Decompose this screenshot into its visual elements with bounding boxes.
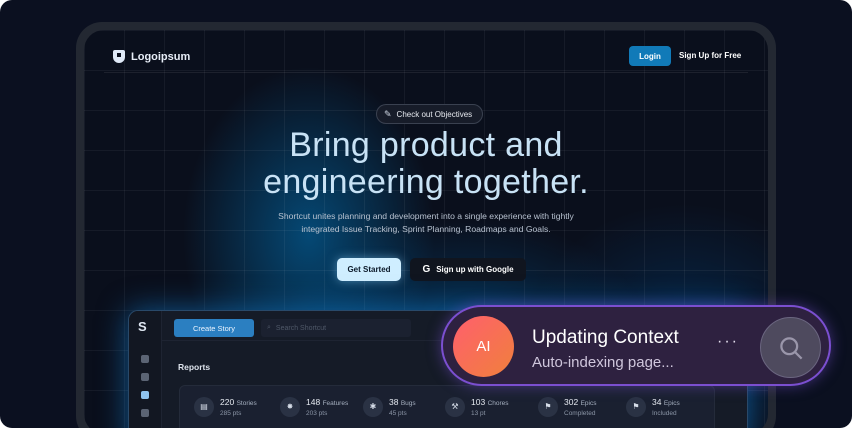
stat-label: Epics bbox=[663, 400, 680, 407]
app-search-input[interactable]: ⌕ Search Shortcut bbox=[261, 319, 411, 337]
stat-label: Epics bbox=[580, 400, 597, 407]
stat-label: Stories bbox=[236, 400, 257, 407]
stat-count: 103 bbox=[471, 397, 486, 407]
stat-sub: 285 pts bbox=[220, 410, 242, 417]
logo-icon bbox=[113, 50, 125, 63]
get-started-button[interactable]: Get Started bbox=[337, 258, 401, 281]
shortcut-logo-icon[interactable]: S bbox=[138, 320, 152, 334]
toast-search-button[interactable] bbox=[760, 317, 821, 378]
top-nav: Logoipsum Login Sign Up for Free bbox=[84, 30, 768, 90]
stat-count: 38 bbox=[389, 397, 399, 407]
nav-divider bbox=[104, 72, 748, 73]
stat-epics-completed[interactable]: ⚑ 302 Epics Completed bbox=[538, 397, 596, 418]
reports-title: Reports bbox=[178, 362, 211, 372]
google-icon: G bbox=[422, 264, 431, 275]
search-placeholder: Search Shortcut bbox=[275, 324, 327, 332]
login-button[interactable]: Login bbox=[629, 46, 671, 66]
stats-panel: ▤ 220 Stories 285 pts ✸ 148 Features 203… bbox=[179, 385, 715, 428]
brand-logo[interactable]: Logoipsum bbox=[113, 50, 190, 63]
create-story-button[interactable]: Create Story bbox=[174, 319, 254, 337]
hero-subtitle-line1: Shortcut unites planning and development… bbox=[278, 211, 574, 221]
more-options-button[interactable]: ··· bbox=[717, 333, 739, 351]
search-icon bbox=[780, 337, 803, 360]
stat-sub: 13 pt bbox=[471, 410, 486, 417]
objectives-icon[interactable] bbox=[141, 409, 149, 417]
stat-bugs[interactable]: ✱ 38 Bugs 45 pts bbox=[363, 397, 416, 418]
feature-icon: ✸ bbox=[280, 397, 300, 417]
toast-title: Updating Context bbox=[532, 327, 679, 348]
stat-epics-included[interactable]: ⚑ 34 Epics Included bbox=[626, 397, 680, 418]
pill-label: Check out Objectives bbox=[396, 109, 473, 119]
stat-label: Bugs bbox=[400, 400, 416, 407]
page-background: Logoipsum Login Sign Up for Free ✎ Check… bbox=[0, 0, 852, 428]
ai-badge: AI bbox=[453, 316, 514, 377]
signup-button[interactable]: Sign Up for Free bbox=[679, 46, 741, 66]
google-signup-button[interactable]: G Sign up with Google bbox=[410, 258, 526, 281]
stat-label: Features bbox=[322, 400, 349, 407]
stories-icon[interactable] bbox=[141, 373, 149, 381]
hero-title-line1: Bring product and bbox=[289, 126, 563, 164]
stat-sub: Included bbox=[652, 410, 677, 417]
stat-chores[interactable]: ⚒ 103 Chores 13 pt bbox=[445, 397, 509, 418]
search-icon: ⌕ bbox=[267, 324, 271, 331]
epics-icon[interactable] bbox=[141, 391, 149, 399]
stat-features[interactable]: ✸ 148 Features 203 pts bbox=[280, 397, 348, 418]
stat-sub: 45 pts bbox=[389, 410, 407, 417]
home-icon[interactable] bbox=[141, 355, 149, 363]
objectives-pill[interactable]: ✎ Check out Objectives bbox=[376, 104, 484, 124]
stat-count: 34 bbox=[652, 397, 662, 407]
stat-label: Chores bbox=[487, 400, 509, 407]
wrench-icon: ⚒ bbox=[445, 397, 465, 417]
brand-name: Logoipsum bbox=[131, 50, 191, 63]
stat-count: 302 bbox=[564, 397, 579, 407]
stat-sub: Completed bbox=[564, 410, 596, 417]
hero-title-line2: engineering together. bbox=[263, 163, 589, 201]
stat-count: 220 bbox=[220, 397, 235, 407]
app-sidebar: S bbox=[129, 311, 162, 428]
stat-count: 148 bbox=[306, 397, 321, 407]
google-signup-label: Sign up with Google bbox=[436, 265, 514, 274]
bug-icon: ✱ bbox=[363, 397, 383, 417]
sparkle-icon: ✎ bbox=[384, 108, 392, 119]
ai-status-toast: AI Updating Context Auto-indexing page..… bbox=[441, 305, 831, 386]
stat-sub: 203 pts bbox=[306, 410, 328, 417]
hero-subtitle-line2: integrated Issue Tracking, Sprint Planni… bbox=[301, 224, 551, 234]
story-icon: ▤ bbox=[194, 397, 214, 417]
stat-stories[interactable]: ▤ 220 Stories 285 pts bbox=[194, 397, 257, 418]
flag-icon: ⚑ bbox=[538, 397, 558, 417]
flag-icon: ⚑ bbox=[626, 397, 646, 417]
toast-subtitle: Auto-indexing page... bbox=[532, 354, 674, 371]
